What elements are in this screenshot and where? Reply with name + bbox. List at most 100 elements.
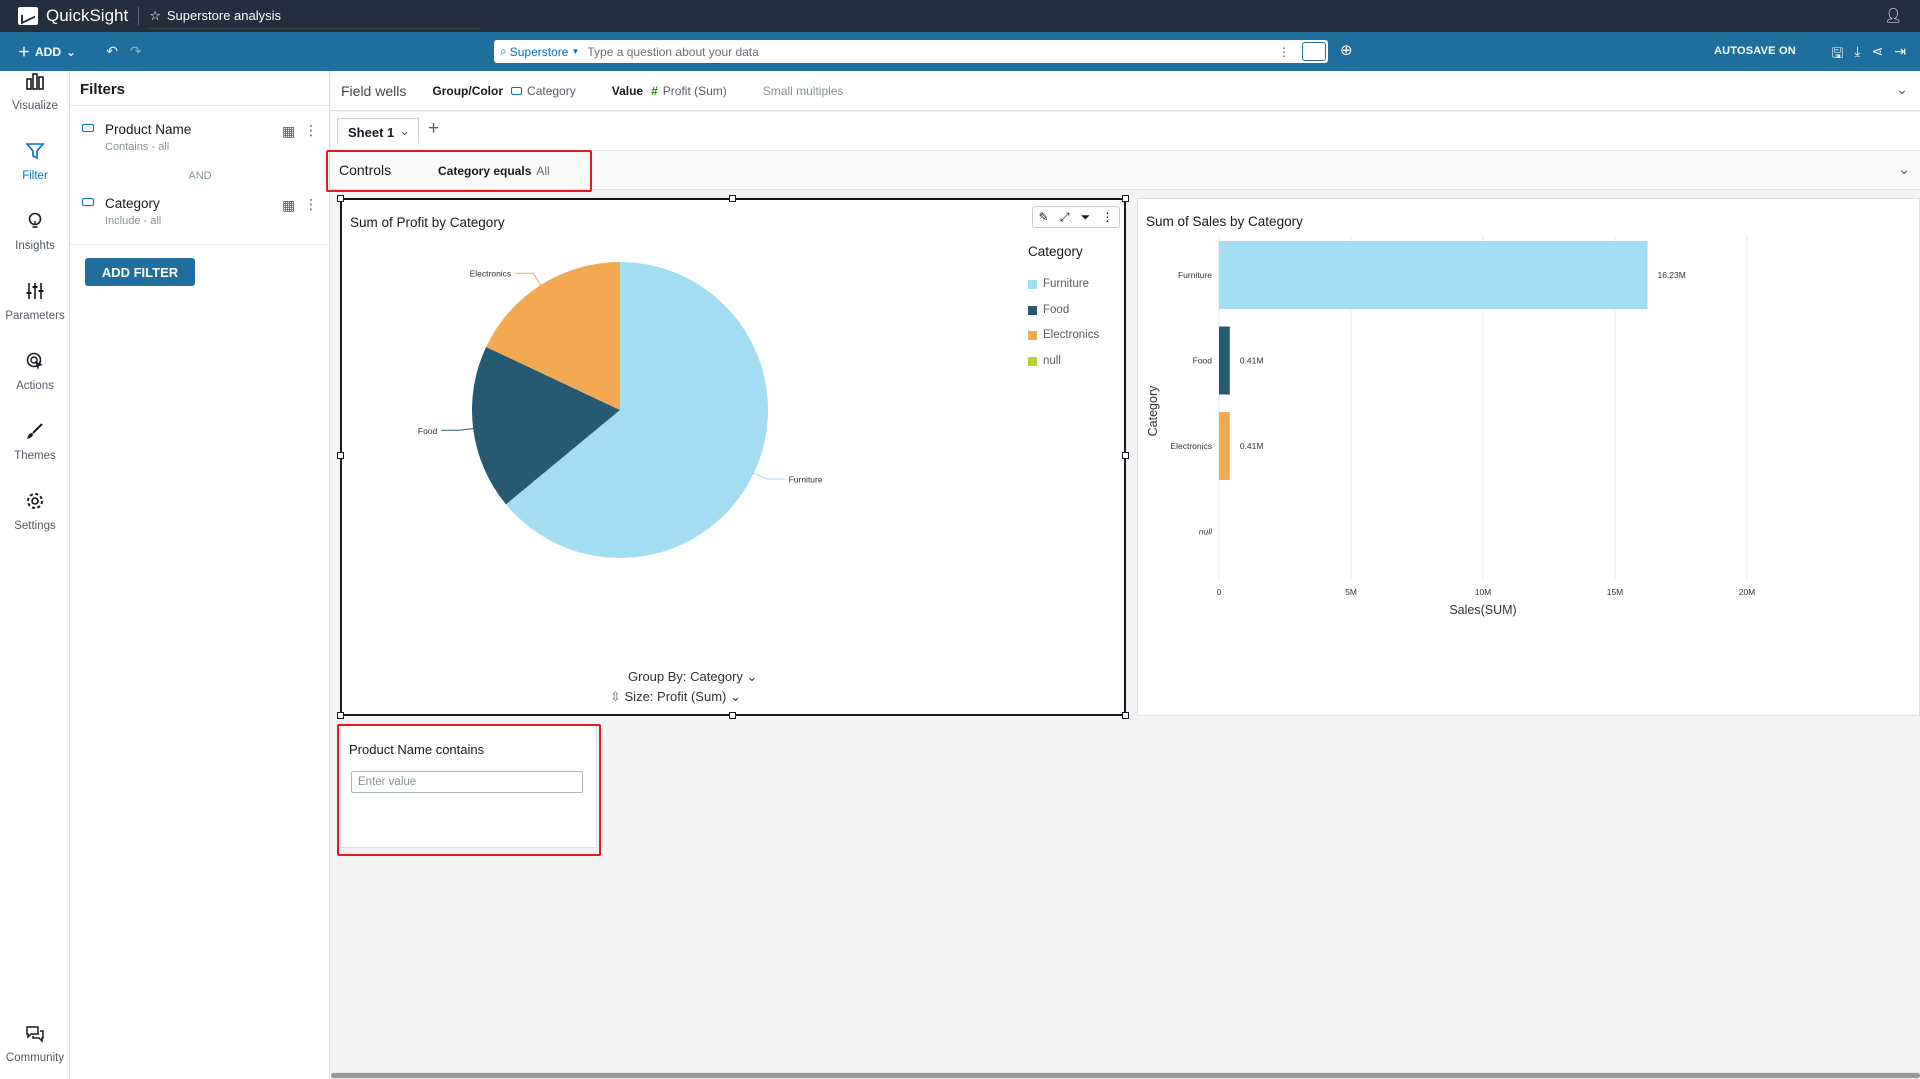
data-label: 0.41M [1240, 356, 1264, 366]
resize-handle[interactable] [729, 712, 736, 719]
bar-electronics[interactable] [1219, 412, 1230, 480]
group-by-field[interactable]: Group By: Category ⌄ [628, 669, 757, 685]
legend-label: Food [1043, 304, 1070, 316]
share-icon[interactable]: ⋖ [1872, 43, 1884, 67]
nav-community[interactable]: Community [0, 1024, 70, 1064]
sheet-bar: Sheet 1 ⌄ + [331, 112, 1920, 150]
resize-handle[interactable] [729, 195, 736, 202]
legend-item-electronics[interactable]: Electronics [1028, 329, 1099, 341]
analysis-name: Superstore analysis [166, 8, 282, 23]
chevron-down-icon[interactable]: ⌄ [1898, 161, 1910, 178]
bar-furniture[interactable] [1219, 241, 1648, 309]
group-color-field: Category [527, 83, 576, 98]
chevron-down-icon: ⌄ [730, 689, 741, 704]
more-options-icon[interactable]: ⋮ [1278, 45, 1290, 59]
tab-sheet-1[interactable]: Sheet 1 ⌄ [337, 118, 419, 145]
nav-insights[interactable]: Insights [0, 211, 70, 252]
nav-visualize[interactable]: Visualize [0, 71, 70, 112]
measure-icon: # [651, 83, 658, 98]
legend-item-furniture[interactable]: Furniture [1028, 278, 1089, 290]
nav-label: Settings [14, 520, 56, 532]
legend-item-null[interactable]: null [1028, 355, 1061, 367]
brush-icon [0, 421, 70, 447]
bar-food[interactable] [1219, 326, 1230, 395]
q-search-bar[interactable]: ⌕ Superstore ▼ Type a question about you… [494, 40, 1328, 63]
grid-icon[interactable]: ▦ [282, 123, 295, 140]
sheet-tab-label: Sheet 1 [348, 125, 395, 140]
download-icon[interactable]: ⤓ [1854, 43, 1860, 67]
resize-handle[interactable] [337, 712, 344, 719]
gear-icon [0, 491, 70, 517]
q-search-icon: ⌕ [500, 44, 507, 58]
star-icon[interactable]: ☆ [149, 8, 161, 24]
save-icon[interactable]: 🖫︎ [1831, 43, 1843, 67]
add-sheet-icon[interactable]: + [428, 118, 439, 140]
nav-actions[interactable]: Actions [0, 351, 70, 392]
quicksight-logo-icon [18, 7, 38, 25]
brand[interactable]: QuickSight [0, 6, 128, 26]
highlight-box [337, 724, 601, 856]
filters-panel: Filters Product Name Contains - all ▦ ⋮ … [70, 71, 330, 1079]
publish-icon[interactable]: ⇥ [1894, 43, 1906, 67]
value-well[interactable]: # Profit (Sum) [651, 84, 727, 98]
dimension-icon [82, 124, 94, 132]
add-button[interactable]: ＋ ADD ⌄ [18, 43, 76, 60]
dimension-icon [82, 198, 94, 206]
nav-label: Actions [16, 380, 54, 392]
dimension-icon [511, 86, 523, 95]
horizontal-scrollbar[interactable] [331, 1072, 1920, 1079]
filter-item-product-name[interactable]: Product Name Contains - all ▦ ⋮ [70, 122, 330, 162]
toolbar: ＋ ADD ⌄ ↶ ↷ ⌕ Superstore ▼ Type a questi… [0, 32, 1920, 71]
dataset-name: Superstore [509, 44, 569, 59]
legend-label: Furniture [1043, 278, 1090, 290]
more-options-icon[interactable]: ⋮ [304, 196, 318, 213]
chevron-down-icon[interactable]: ⌄ [399, 123, 410, 139]
sort-icon: ⇳ [610, 689, 625, 704]
small-multiples-well[interactable]: Small multiples [763, 84, 844, 98]
redo-icon[interactable]: ↷ [130, 43, 142, 60]
nav-themes[interactable]: Themes [0, 421, 70, 462]
pie-label: Food [418, 426, 438, 436]
legend-swatch [1028, 279, 1037, 289]
divider [70, 244, 330, 245]
more-options-icon[interactable]: ⋮ [304, 122, 318, 139]
nav-parameters[interactable]: Parameters [0, 281, 70, 322]
y-tick-label: null [1199, 527, 1213, 537]
q-insights-icon[interactable]: ⊕ [1340, 41, 1353, 59]
resize-handle[interactable] [337, 195, 344, 202]
autosave-toggle[interactable]: AUTOSAVE ON [1714, 45, 1796, 57]
y-tick-label: Furniture [1178, 270, 1212, 280]
nav-settings[interactable]: Settings [0, 491, 70, 532]
add-filter-button[interactable]: ADD FILTER [85, 258, 195, 286]
grid-icon[interactable]: ▦ [282, 197, 295, 214]
resize-handle[interactable] [1122, 195, 1129, 202]
resize-handle[interactable] [1122, 712, 1129, 719]
scrollbar-thumb[interactable] [331, 1073, 1920, 1078]
size-by-field[interactable]: ⇳ Size: Profit (Sum) ⌄ [610, 689, 741, 705]
legend-label: Electronics [1043, 329, 1100, 341]
search-placeholder[interactable]: Type a question about your data [587, 45, 758, 59]
filter-summary: Contains - all [105, 141, 170, 153]
pie-visual[interactable]: Sum of Profit by Category ✎ ⤢ ⏷ ⋮ Furnit… [337, 195, 1129, 719]
group-color-label: Group/Color [432, 83, 504, 98]
field-wells-title[interactable]: Field wells [341, 83, 406, 99]
undo-icon[interactable]: ↶ [106, 43, 118, 60]
highlight-box [326, 150, 592, 192]
user-icon[interactable]: 👤︎ [1884, 7, 1902, 24]
nav-label: Visualize [12, 100, 58, 112]
legend-title: Category [1028, 244, 1083, 259]
legend-swatch [1028, 330, 1037, 340]
bar-visual[interactable]: Sum of Sales by Category 0 5M 10M 15M 20M Fur… [1137, 198, 1920, 716]
resize-handle[interactable] [1122, 452, 1129, 459]
analysis-title[interactable]: ☆ Superstore analysis [149, 4, 482, 29]
topic-button[interactable] [1302, 42, 1326, 61]
nav-filter[interactable]: Filter [0, 141, 70, 182]
legend-item-food[interactable]: Food [1028, 304, 1069, 316]
dataset-selector[interactable]: ⌕ Superstore ▼ [500, 44, 579, 59]
filter-item-category[interactable]: Category Include - all ▦ ⋮ [70, 196, 330, 236]
chevron-down-icon[interactable]: ⌄ [1896, 81, 1908, 98]
filter-name: Category [105, 196, 160, 211]
resize-handle[interactable] [337, 452, 344, 459]
group-color-well[interactable]: Category [511, 84, 576, 98]
value-field: Profit (Sum) [662, 83, 727, 98]
